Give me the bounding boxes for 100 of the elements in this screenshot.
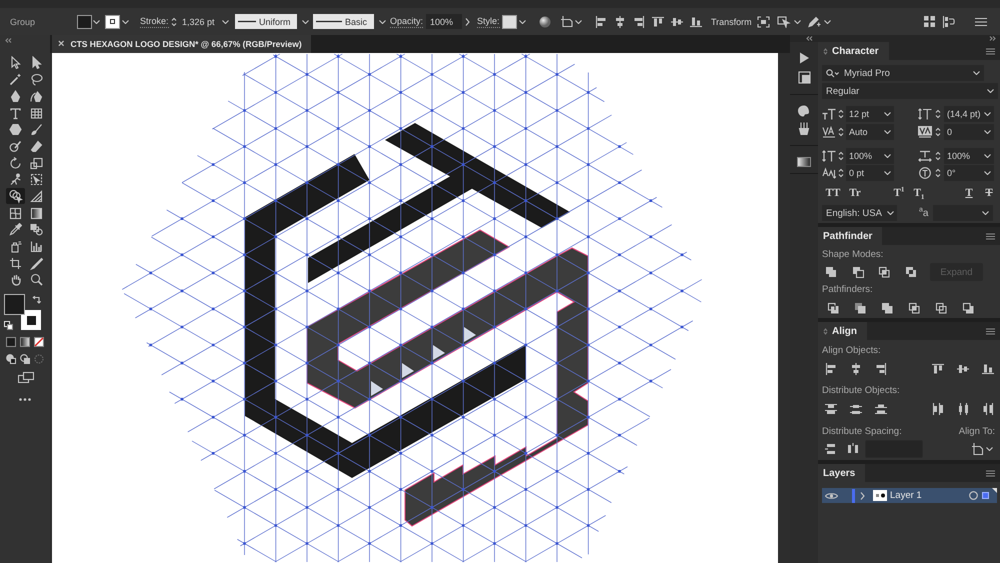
minus-back-icon[interactable]: [962, 302, 974, 314]
merge-icon[interactable]: [881, 302, 893, 314]
horizontal-scale-field[interactable]: 100%: [944, 148, 994, 164]
screen-mode-icon[interactable]: [18, 372, 34, 383]
distribute-bottom-icon[interactable]: [874, 402, 886, 414]
caret-icon[interactable]: [884, 130, 891, 134]
spinner-icon[interactable]: [838, 126, 844, 136]
subscript-button[interactable]: T$_{1}$: [910, 186, 928, 201]
align-middle-icon[interactable]: [956, 362, 968, 374]
align-bottom-icon[interactable]: [690, 16, 702, 28]
horizontal-spacing-icon[interactable]: [847, 443, 859, 455]
spinner-icon[interactable]: [935, 126, 941, 136]
spinner-icon[interactable]: [935, 150, 941, 160]
tracking-field[interactable]: 0: [944, 124, 994, 140]
align-bottom-icon[interactable]: [982, 362, 994, 374]
character-tab[interactable]: Character: [818, 42, 889, 60]
panel-menu-icon[interactable]: [986, 48, 995, 54]
paintbrush-icon[interactable]: [30, 123, 42, 136]
pointer-outline-icon[interactable]: [8, 56, 22, 70]
caret-icon[interactable]: [884, 112, 891, 116]
more-icon[interactable]: [19, 398, 31, 402]
caret-icon[interactable]: [824, 20, 831, 24]
spinner-icon[interactable]: [935, 109, 941, 119]
align-tab[interactable]: Align: [818, 322, 867, 340]
leading-field[interactable]: (14,4 pt): [944, 106, 994, 122]
stroke-profile-dropdown[interactable]: Uniform: [235, 14, 297, 29]
distribute-middle-icon[interactable]: [850, 402, 862, 414]
align-center-icon[interactable]: [614, 16, 626, 28]
caret-icon[interactable]: [973, 71, 980, 75]
figure-icon[interactable]: [8, 173, 22, 186]
pen-icon[interactable]: [8, 90, 22, 103]
caret-icon[interactable]: [986, 447, 993, 451]
close-button[interactable]: ×: [58, 38, 64, 50]
minus-front-icon[interactable]: [852, 266, 864, 278]
unite-icon[interactable]: [825, 266, 838, 278]
search-icon[interactable]: [826, 68, 839, 78]
transform-link[interactable]: Transform: [711, 16, 752, 26]
artboards-icon[interactable]: [798, 71, 810, 84]
intersect-icon[interactable]: [878, 266, 890, 278]
caret-icon[interactable]: [122, 20, 129, 24]
isolate-frame-icon[interactable]: [757, 16, 770, 28]
draw-behind-icon[interactable]: [20, 354, 30, 364]
all-caps-button[interactable]: TT: [824, 186, 842, 201]
crop-icon[interactable]: [908, 302, 920, 314]
fill-swatch[interactable]: [4, 294, 25, 316]
distribute-right-icon[interactable]: [982, 402, 994, 414]
gradient-icon[interactable]: [30, 206, 42, 220]
align-center-icon[interactable]: [850, 362, 862, 374]
default-colors-icon[interactable]: [4, 321, 13, 330]
spinner-icon[interactable]: [838, 109, 844, 119]
character-rotation-field[interactable]: 0°: [944, 165, 994, 181]
shape-builder-icon[interactable]: [6, 188, 24, 204]
collapse-toggle-icon[interactable]: [823, 48, 828, 54]
knife-icon[interactable]: [30, 256, 42, 270]
align-right-icon[interactable]: [874, 362, 886, 374]
distribute-left-icon[interactable]: [932, 402, 944, 414]
panel-menu-icon[interactable]: [986, 232, 995, 240]
gradient-panel-icon[interactable]: [797, 157, 811, 167]
caret-icon[interactable]: [984, 130, 991, 134]
distribute-top-icon[interactable]: [824, 402, 836, 414]
stroke-link[interactable]: Stroke:: [140, 16, 169, 28]
language-dropdown[interactable]: English: USA: [822, 205, 897, 221]
eye-icon[interactable]: [824, 492, 838, 500]
expand-icon[interactable]: [989, 36, 996, 41]
opacity-field[interactable]: 100%: [426, 14, 462, 29]
rotate-icon[interactable]: [8, 156, 22, 170]
color-mode-icon[interactable]: [6, 336, 16, 347]
mesh-icon[interactable]: [8, 206, 22, 220]
underline-button[interactable]: T: [960, 186, 978, 201]
align-top-icon[interactable]: [652, 16, 664, 28]
fill-swatch[interactable]: [77, 14, 92, 28]
sphere-icon[interactable]: [539, 16, 551, 28]
small-caps-button[interactable]: Tr: [846, 186, 864, 201]
artboard-options-icon[interactable]: [561, 16, 573, 27]
lasso-icon[interactable]: [30, 73, 42, 86]
zoom-icon[interactable]: [30, 273, 42, 286]
caret-icon[interactable]: [222, 20, 229, 24]
blend-icon[interactable]: [30, 223, 42, 236]
align-left-icon[interactable]: [824, 362, 836, 374]
caret-icon[interactable]: [302, 20, 309, 24]
swap-arrow-icon[interactable]: [32, 296, 41, 306]
spinner-icon[interactable]: [935, 168, 941, 178]
eraser-icon[interactable]: [30, 140, 42, 153]
brush-dropdown[interactable]: Basic: [313, 14, 374, 29]
stroke-swatch[interactable]: [21, 310, 41, 330]
chevron-right-icon[interactable]: [465, 18, 470, 26]
layer-row[interactable]: Layer 1: [822, 488, 997, 503]
none-mode-icon[interactable]: [34, 336, 44, 347]
style-swatch[interactable]: [502, 14, 517, 28]
palette-icon[interactable]: [797, 105, 811, 117]
strikethrough-button[interactable]: T: [980, 186, 998, 201]
caret-icon[interactable]: [379, 20, 386, 24]
caret-icon[interactable]: [794, 20, 801, 24]
caret-icon[interactable]: [93, 20, 100, 24]
curvature-pen-icon[interactable]: [30, 90, 42, 103]
layers-tab[interactable]: Layers: [818, 464, 866, 482]
font-style-dropdown[interactable]: Regular: [822, 83, 998, 99]
collapse-icon[interactable]: [806, 36, 813, 41]
align-options-icon[interactable]: [942, 16, 956, 28]
vertical-scale-field[interactable]: 100%: [846, 148, 894, 164]
